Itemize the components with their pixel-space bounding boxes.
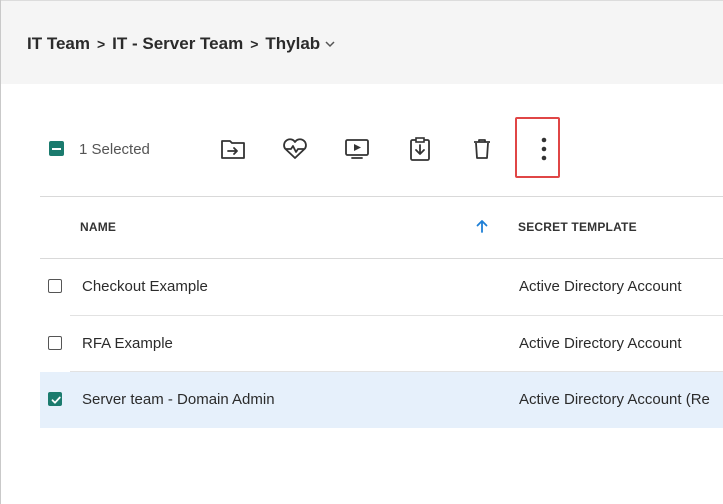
row-checkbox[interactable] bbox=[48, 279, 62, 293]
header-bar: IT Team > IT - Server Team > Thylab bbox=[1, 0, 723, 84]
highlight-box bbox=[515, 117, 560, 178]
move-to-folder-icon[interactable] bbox=[218, 134, 248, 164]
breadcrumb-it-server-team[interactable]: IT - Server Team bbox=[112, 34, 243, 54]
breadcrumb: IT Team > IT - Server Team > Thylab bbox=[27, 34, 336, 54]
row-checkbox[interactable] bbox=[48, 392, 62, 406]
table-row[interactable]: RFA Example Active Directory Account bbox=[40, 316, 723, 372]
secret-name[interactable]: RFA Example bbox=[82, 335, 173, 352]
divider bbox=[40, 196, 723, 197]
breadcrumb-separator: > bbox=[96, 36, 106, 52]
secret-template: Active Directory Account (Re bbox=[519, 391, 710, 408]
launch-session-icon[interactable] bbox=[342, 134, 372, 164]
secret-template: Active Directory Account bbox=[519, 335, 682, 352]
export-icon[interactable] bbox=[405, 134, 435, 164]
table-row[interactable]: Checkout Example Active Directory Accoun… bbox=[40, 259, 723, 315]
table-row[interactable]: Server team - Domain Admin Active Direct… bbox=[40, 372, 723, 428]
breadcrumb-separator: > bbox=[250, 36, 259, 52]
secret-name[interactable]: Server team - Domain Admin bbox=[82, 391, 275, 408]
selected-count-label: 1 Selected bbox=[79, 141, 150, 158]
column-header-secret-template[interactable]: SECRET TEMPLATE bbox=[518, 220, 637, 234]
delete-icon[interactable] bbox=[467, 134, 497, 164]
secret-name[interactable]: Checkout Example bbox=[82, 278, 208, 295]
breadcrumb-it-team[interactable]: IT Team bbox=[27, 34, 90, 54]
heartbeat-icon[interactable] bbox=[280, 134, 310, 164]
chevron-down-icon[interactable] bbox=[324, 38, 336, 50]
checkmark-icon bbox=[51, 396, 61, 404]
column-header-name[interactable]: NAME bbox=[80, 220, 116, 234]
secret-template: Active Directory Account bbox=[519, 278, 682, 295]
sort-ascending-icon[interactable] bbox=[476, 219, 488, 233]
select-all-checkbox[interactable] bbox=[49, 141, 64, 156]
row-checkbox[interactable] bbox=[48, 336, 62, 350]
breadcrumb-thylab[interactable]: Thylab bbox=[265, 34, 320, 54]
